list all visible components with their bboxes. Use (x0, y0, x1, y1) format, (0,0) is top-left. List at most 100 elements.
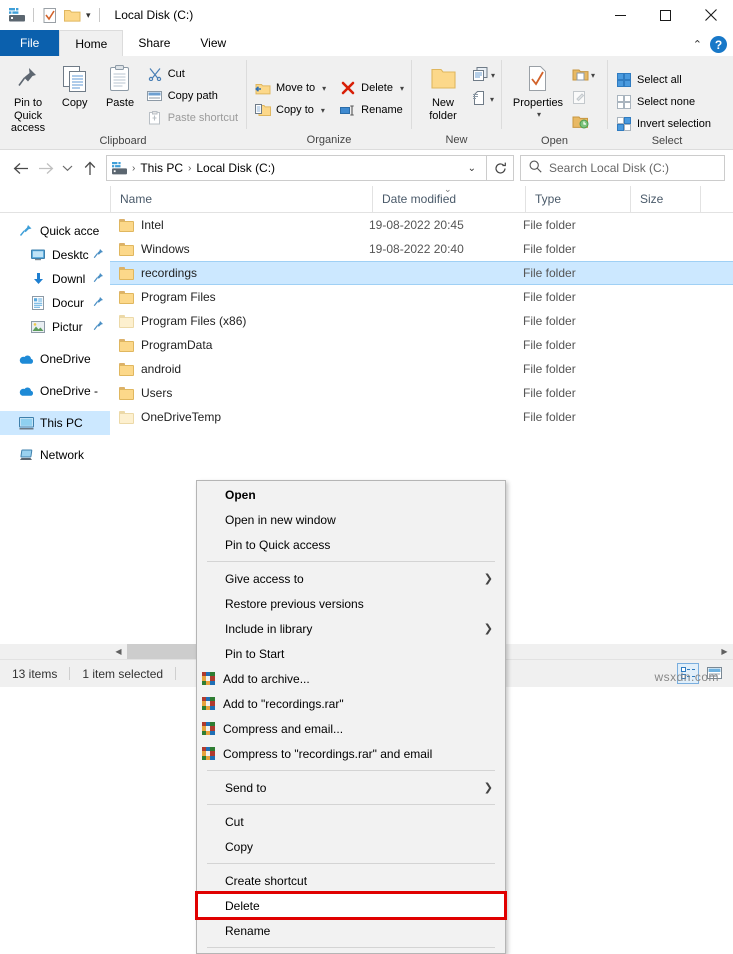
sidebar-item-pictures[interactable]: Pictur (0, 315, 110, 339)
move-to-caret-icon[interactable]: ▾ (322, 84, 326, 93)
winrar-icon (199, 696, 217, 712)
context-menu-item-label: Pin to Quick access (225, 537, 331, 552)
address-bar[interactable]: › This PC › Local Disk (C:) ⌄ (106, 155, 487, 181)
copy-to-button[interactable]: Copy to ▾ (251, 99, 330, 121)
table-row[interactable]: Windows 19-08-2022 20:40 File folder (110, 237, 733, 261)
context-menu-item-include-in-library[interactable]: Include in library ❯ (197, 616, 505, 641)
edit-button[interactable] (570, 87, 597, 111)
pin-icon (93, 320, 104, 335)
new-item-caret-icon[interactable]: ▾ (491, 71, 495, 80)
table-row[interactable]: Program Files File folder (110, 285, 733, 309)
submenu-arrow-icon: ❯ (483, 573, 493, 585)
breadcrumb-separator-2[interactable]: › (186, 163, 193, 174)
minimize-button[interactable] (598, 0, 643, 30)
sidebar-item-downloads[interactable]: Downl (0, 267, 110, 291)
tab-home[interactable]: Home (59, 30, 124, 56)
context-menu-item-compress-to-recordings-rar-and-email[interactable]: Compress to "recordings.rar" and email (197, 741, 505, 766)
breadcrumb-local-disk[interactable]: Local Disk (C:) (193, 161, 278, 175)
search-box[interactable]: Search Local Disk (C:) (520, 155, 725, 181)
scroll-left-arrow-icon[interactable]: ◀ (110, 644, 127, 659)
copy-path-button[interactable]: Copy path (143, 85, 242, 107)
context-menu-item-open[interactable]: Open (197, 482, 505, 507)
context-menu-item-cut[interactable]: Cut (197, 809, 505, 834)
history-button[interactable] (570, 111, 597, 135)
properties-button[interactable]: Properties ▾ (506, 59, 570, 119)
sidebar-gap-4 (0, 435, 110, 443)
delete-button[interactable]: Delete ▾ (336, 77, 408, 99)
invert-selection-button[interactable]: Invert selection (612, 113, 715, 135)
sidebar-item-onedrive-business[interactable]: OneDrive - (0, 379, 110, 403)
paste-shortcut-button[interactable]: Paste shortcut (143, 107, 242, 129)
context-menu-item-delete[interactable]: Delete (195, 891, 507, 920)
table-row[interactable]: Users File folder (110, 381, 733, 405)
table-row-selected[interactable]: recordings File folder (110, 261, 733, 285)
easy-access-button[interactable]: ▾ (470, 87, 497, 111)
table-row[interactable]: Program Files (x86) File folder (110, 309, 733, 333)
sidebar-item-quick-access[interactable]: Quick acce (0, 219, 110, 243)
sidebar-item-onedrive[interactable]: OneDrive (0, 347, 110, 371)
customize-qat-caret-icon[interactable]: ▾ (83, 10, 94, 21)
context-menu-item-copy[interactable]: Copy (197, 834, 505, 859)
address-dropdown-icon[interactable]: ⌄ (460, 163, 484, 174)
table-row[interactable]: Intel 19-08-2022 20:45 File folder (110, 213, 733, 237)
ribbon-group-label-organize: Organize (306, 134, 352, 146)
easy-access-caret-icon[interactable]: ▾ (490, 95, 494, 104)
context-menu-item-restore-previous-versions[interactable]: Restore previous versions (197, 591, 505, 616)
new-folder-icon[interactable] (61, 4, 83, 26)
column-header-size[interactable]: Size (630, 186, 700, 212)
sidebar-item-network[interactable]: Network (0, 443, 110, 467)
context-menu-item-add-to-recordings-rar[interactable]: Add to "recordings.rar" (197, 691, 505, 716)
recent-locations-button[interactable] (58, 155, 77, 181)
properties-icon[interactable] (39, 4, 61, 26)
delete-caret-icon[interactable]: ▾ (400, 84, 404, 93)
context-menu-item-pin-to-quick-access[interactable]: Pin to Quick access (197, 532, 505, 557)
new-item-button[interactable]: ▾ (470, 63, 497, 87)
up-button[interactable] (77, 155, 102, 181)
refresh-button[interactable] (487, 155, 514, 181)
paste-label: Paste (105, 97, 135, 109)
collapse-ribbon-icon[interactable]: ⌃ (693, 38, 702, 51)
paste-button[interactable]: Paste (97, 59, 142, 110)
cut-button[interactable]: Cut (143, 63, 242, 85)
column-header-date-modified[interactable]: ⌄ Date modified (372, 185, 525, 212)
tab-view[interactable]: View (185, 30, 241, 56)
tab-share[interactable]: Share (123, 30, 185, 56)
breadcrumb-this-pc[interactable]: This PC (137, 161, 186, 175)
new-folder-button[interactable]: New folder (416, 59, 470, 122)
sidebar-item-this-pc[interactable]: This PC (0, 411, 110, 435)
copy-to-caret-icon[interactable]: ▾ (321, 106, 325, 115)
table-row[interactable]: ProgramData File folder (110, 333, 733, 357)
column-header-name[interactable]: Name (110, 186, 372, 212)
help-icon[interactable]: ? (710, 36, 727, 53)
forward-button[interactable] (33, 155, 58, 181)
maximize-button[interactable] (643, 0, 688, 30)
back-button[interactable] (8, 155, 33, 181)
column-header-type[interactable]: Type (525, 186, 630, 212)
open-caret-icon[interactable]: ▾ (591, 71, 595, 80)
explorer-icon[interactable] (6, 4, 28, 26)
sidebar-item-desktop[interactable]: Desktc (0, 243, 110, 267)
move-to-button[interactable]: Move to ▾ (251, 77, 330, 99)
sidebar-item-documents[interactable]: Docur (0, 291, 110, 315)
context-menu-item-add-to-archive[interactable]: Add to archive... (197, 666, 505, 691)
table-row[interactable]: OneDriveTemp File folder (110, 405, 733, 429)
context-menu-item-pin-to-start[interactable]: Pin to Start (197, 641, 505, 666)
properties-caret-icon[interactable]: ▾ (537, 110, 541, 119)
context-menu-item-compress-and-email[interactable]: Compress and email... (197, 716, 505, 741)
close-button[interactable] (688, 0, 733, 30)
copy-button[interactable]: Copy (52, 59, 97, 110)
open-button[interactable]: ▾ (570, 63, 597, 87)
select-none-button[interactable]: Select none (612, 91, 715, 113)
context-menu-item-give-access-to[interactable]: Give access to ❯ (197, 566, 505, 591)
context-menu-item-rename[interactable]: Rename (197, 918, 505, 943)
table-row[interactable]: android File folder (110, 357, 733, 381)
breadcrumb-separator-1[interactable]: › (130, 163, 137, 174)
tab-file[interactable]: File (0, 30, 60, 56)
select-all-button[interactable]: Select all (612, 69, 715, 91)
rename-button[interactable]: Rename (336, 99, 408, 121)
context-menu-item-send-to[interactable]: Send to ❯ (197, 775, 505, 800)
pin-to-quick-access-button[interactable]: Pin to Quick access (4, 59, 52, 135)
context-menu-item-open-in-new-window[interactable]: Open in new window (197, 507, 505, 532)
scroll-right-arrow-icon[interactable]: ▶ (716, 644, 733, 659)
context-menu-item-create-shortcut[interactable]: Create shortcut (197, 868, 505, 893)
